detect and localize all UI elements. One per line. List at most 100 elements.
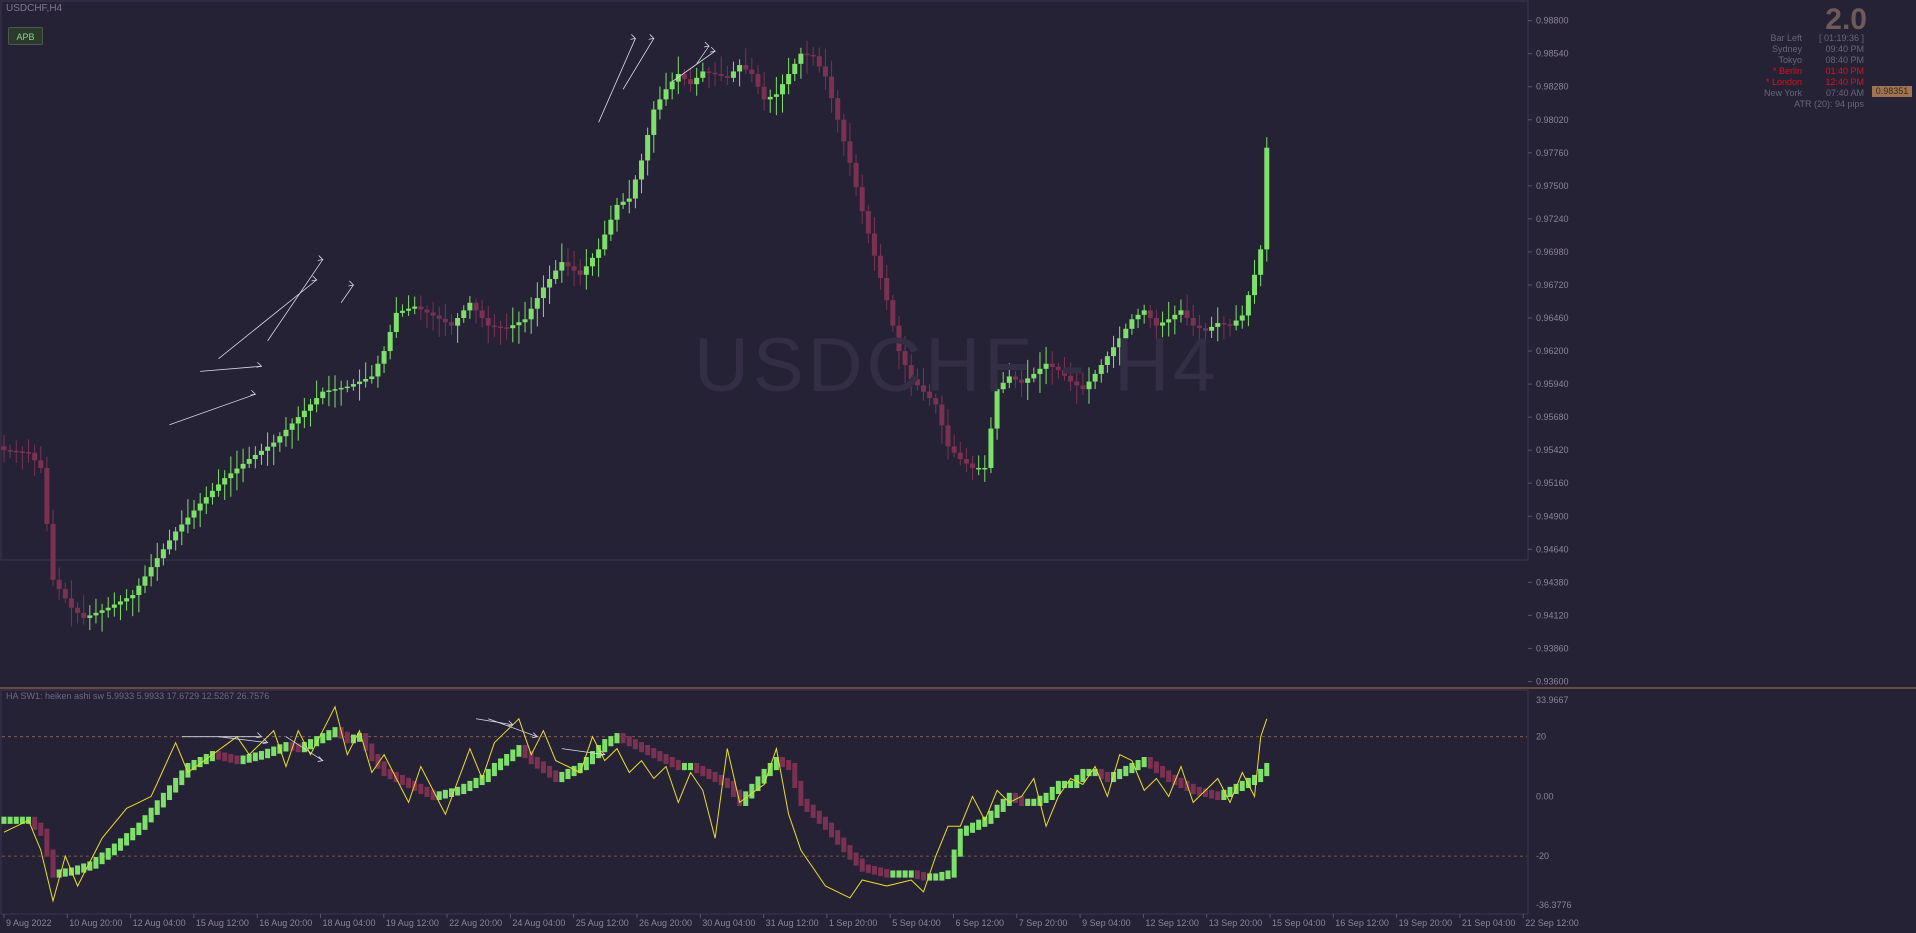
candle-body	[602, 234, 608, 250]
oscillator-bar	[712, 771, 718, 783]
time-axis-label: 21 Sep 04:00	[1462, 918, 1516, 928]
candle-body	[761, 86, 767, 100]
oscillator-bar	[1031, 798, 1037, 806]
session-name: Sydney	[1771, 44, 1802, 54]
oscillator-bar	[314, 736, 320, 747]
candle-body	[589, 257, 595, 267]
oscillator-bar	[681, 762, 687, 771]
chart-canvas[interactable]: 0.98800 0.98540 0.98280 0.98020 0.97760 0.975…	[0, 0, 1916, 933]
oscillator-bar	[124, 833, 130, 846]
oscillator-bar	[1000, 798, 1006, 812]
candle-body	[614, 204, 620, 220]
oscillator-bar	[921, 871, 926, 881]
oscillator-bar	[1135, 759, 1141, 771]
oscillator-bar	[491, 762, 497, 777]
candle-body	[32, 452, 38, 461]
candle-body	[148, 567, 154, 577]
chart-window[interactable]: 0.98800 0.98540 0.98280 0.98020 0.97760 0.975…	[0, 0, 1916, 933]
candle-body	[841, 119, 847, 142]
price-axis-label: 0.96720	[1536, 280, 1569, 290]
oscillator-bar	[1068, 780, 1074, 789]
session-time: 09:40 PM	[1825, 44, 1864, 54]
candle-body	[185, 517, 191, 525]
candle-body	[534, 298, 540, 309]
candle-body	[712, 72, 718, 75]
candle-body	[209, 490, 215, 498]
time-axis-label: 16 Aug 20:00	[259, 918, 312, 928]
price-axis-label: 0.98280	[1536, 82, 1569, 92]
candle-body	[50, 523, 56, 580]
oscillator-bar	[871, 865, 877, 875]
oscillator-bar	[160, 792, 166, 808]
oscillator-bar	[381, 761, 387, 777]
oscillator-bar	[485, 768, 491, 783]
price-axis-label: 0.98800	[1536, 16, 1569, 26]
time-axis-label: 25 Aug 12:00	[576, 918, 629, 928]
oscillator-bar	[841, 837, 847, 853]
candle-body	[675, 74, 681, 82]
oscillator-bar	[804, 798, 810, 812]
oscillator-bar	[963, 825, 969, 836]
oscillator-bar	[265, 748, 271, 759]
indicator-axis-label: 0.00	[1536, 791, 1554, 801]
candle-body	[26, 452, 32, 454]
oscillator-bar	[847, 845, 853, 860]
candle-body	[179, 524, 185, 532]
candle-body	[265, 446, 271, 451]
oscillator-bar	[1215, 791, 1221, 800]
oscillator-bar	[479, 774, 485, 786]
oscillator-bar	[130, 827, 136, 841]
candle-body	[780, 84, 786, 95]
candle-body	[724, 75, 730, 78]
oscillator-bar	[571, 765, 577, 777]
candle-body	[357, 381, 363, 385]
oscillator-line	[3, 705, 1268, 903]
oscillator-bar	[663, 754, 669, 765]
candle-body	[516, 322, 522, 326]
oscillator-bar	[1178, 777, 1184, 789]
candle-body	[657, 99, 663, 110]
divergence-arrow	[311, 275, 318, 282]
apb-button[interactable]: APB	[8, 27, 43, 45]
session-time: 01:40 PM	[1825, 66, 1864, 76]
candle-body	[786, 74, 792, 85]
oscillator-bar	[498, 758, 504, 771]
oscillator-bar	[240, 755, 246, 765]
candle-body	[13, 450, 19, 453]
price-axis-label: 0.94640	[1536, 544, 1569, 554]
oscillator-bar	[1055, 780, 1061, 795]
oscillator-bar	[50, 849, 56, 878]
candle-body	[620, 201, 626, 205]
oscillator-bar	[706, 768, 712, 780]
oscillator-bar	[792, 762, 798, 789]
candle-body	[350, 384, 356, 387]
candle-body	[553, 270, 559, 280]
candle-body	[688, 79, 694, 85]
candle-body	[234, 468, 240, 474]
candle-body	[859, 187, 865, 212]
oscillator-bar	[271, 746, 277, 756]
candle-body	[467, 302, 473, 311]
price-axis-label: 0.98540	[1536, 49, 1569, 59]
candle-body	[565, 262, 571, 267]
oscillator-bar	[111, 843, 117, 856]
oscillator-bar	[1, 816, 7, 824]
oscillator-bar	[399, 774, 405, 786]
oscillator-bar	[522, 745, 528, 759]
oscillator-bar	[534, 756, 540, 769]
oscillator-bar	[908, 870, 914, 878]
oscillator-bar	[884, 868, 890, 878]
oscillator-bar	[258, 751, 264, 760]
oscillator-bar	[982, 816, 988, 827]
oscillator-bar	[1227, 786, 1233, 797]
session-name: Bar Left	[1770, 33, 1802, 43]
divergence-line	[340, 284, 354, 303]
oscillator-bar	[559, 771, 565, 783]
oscillator-bar	[878, 867, 884, 877]
oscillator-bar	[853, 852, 859, 866]
candle-body	[332, 389, 338, 391]
candle-body	[669, 81, 675, 90]
candle-body	[853, 162, 859, 188]
divergence-line	[218, 736, 268, 744]
candle-body	[504, 327, 510, 329]
